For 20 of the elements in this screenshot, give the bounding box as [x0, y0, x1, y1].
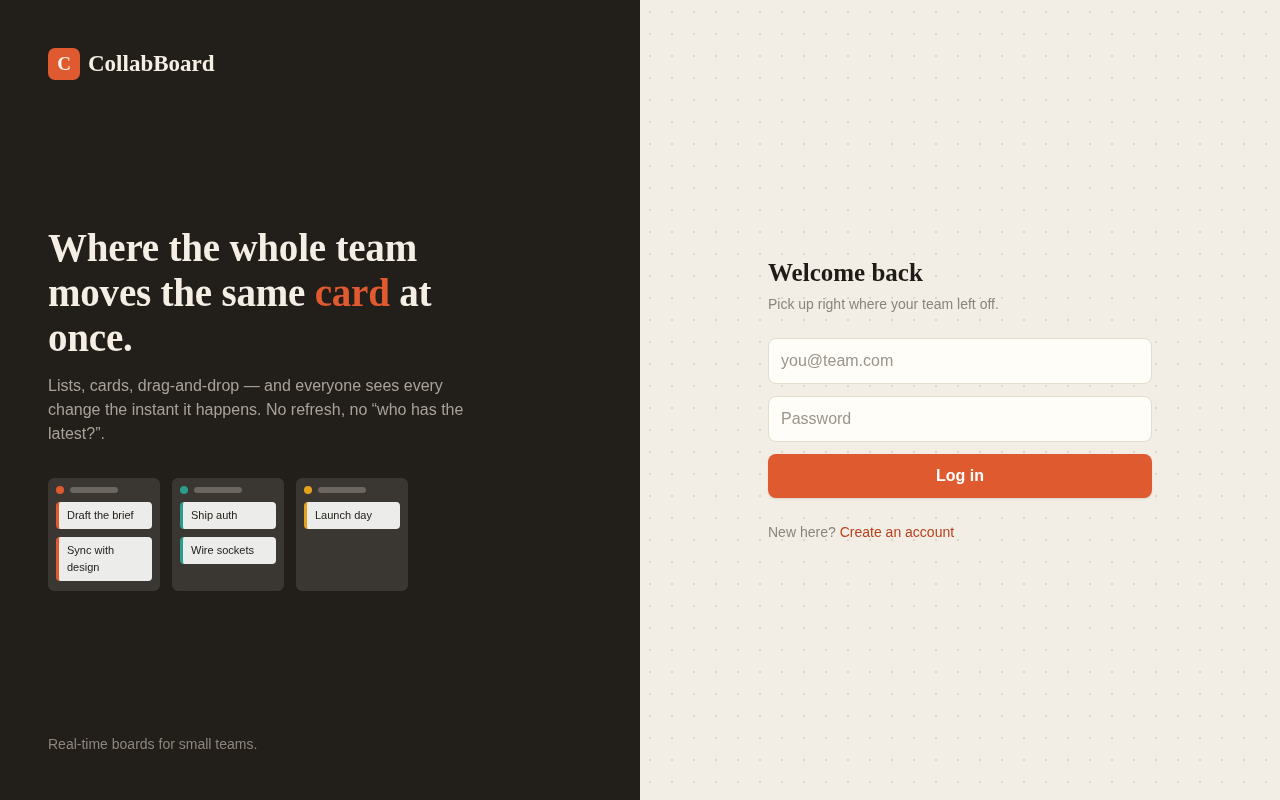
tagline: Real-time boards for small teams.	[48, 736, 259, 752]
task-card: Draft the brief	[56, 502, 152, 529]
title-skeleton-bar	[318, 487, 366, 493]
logo-mark: C	[48, 48, 80, 80]
headline: Where the whole team moves the same card at once.	[48, 225, 433, 360]
login-button[interactable]: Log in	[768, 454, 1152, 498]
task-card: Ship auth	[180, 502, 276, 529]
task-card: Launch day	[304, 502, 400, 529]
signup-prompt: New here?	[768, 523, 836, 542]
brand-name: CollabBoard	[88, 51, 215, 77]
create-account-link[interactable]: Create an account	[839, 522, 955, 542]
task-card: Sync with design	[56, 537, 152, 581]
login-subtitle: Pick up right where your team left off.	[768, 295, 1000, 314]
password-input[interactable]: Password	[768, 396, 1152, 442]
hero-description: Lists, cards, drag-and-drop — and everyone sees every change the instant it happens. No refresh, no “who has the latest?”.	[48, 376, 465, 444]
email-input[interactable]: you@team.com	[768, 338, 1152, 384]
task-card: Wire sockets	[180, 537, 276, 564]
title-skeleton-bar	[194, 487, 242, 493]
title-skeleton-bar	[70, 487, 118, 493]
login-title: Welcome back	[768, 258, 924, 288]
